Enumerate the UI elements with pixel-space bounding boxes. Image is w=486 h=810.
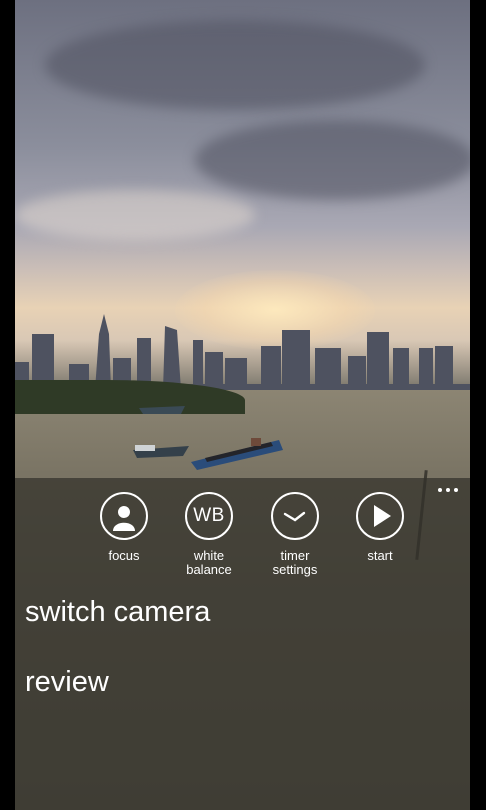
review-menu-item[interactable]: review <box>25 666 109 699</box>
right-frame-edge <box>470 0 486 810</box>
white-balance-label: white balance <box>186 548 232 577</box>
cloud <box>195 120 470 200</box>
focus-person-icon <box>100 492 148 540</box>
cloud <box>15 190 255 240</box>
cloud <box>45 20 425 110</box>
play-icon <box>356 492 404 540</box>
ellipsis-icon <box>438 488 442 492</box>
start-label: start <box>367 548 393 563</box>
focus-label: focus <box>108 548 140 563</box>
boat <box>133 445 189 458</box>
camera-app-bar: focus WB white balance timer settings st… <box>15 478 470 810</box>
switch-camera-menu-item[interactable]: switch camera <box>25 596 210 629</box>
white-balance-button[interactable]: WB white balance <box>174 492 244 577</box>
wb-icon-text: WB <box>193 505 225 526</box>
start-button[interactable]: start <box>345 492 415 563</box>
boat <box>139 406 185 414</box>
focus-button[interactable]: focus <box>89 492 159 563</box>
barge <box>191 438 283 470</box>
timer-clock-icon <box>271 492 319 540</box>
left-frame-edge <box>0 0 15 810</box>
ellipsis-dot <box>454 488 458 492</box>
timer-settings-button[interactable]: timer settings <box>260 492 330 577</box>
timer-settings-label: timer settings <box>272 548 318 577</box>
white-balance-icon: WB <box>185 492 233 540</box>
more-options-button[interactable] <box>434 484 462 496</box>
ellipsis-dot <box>446 488 450 492</box>
